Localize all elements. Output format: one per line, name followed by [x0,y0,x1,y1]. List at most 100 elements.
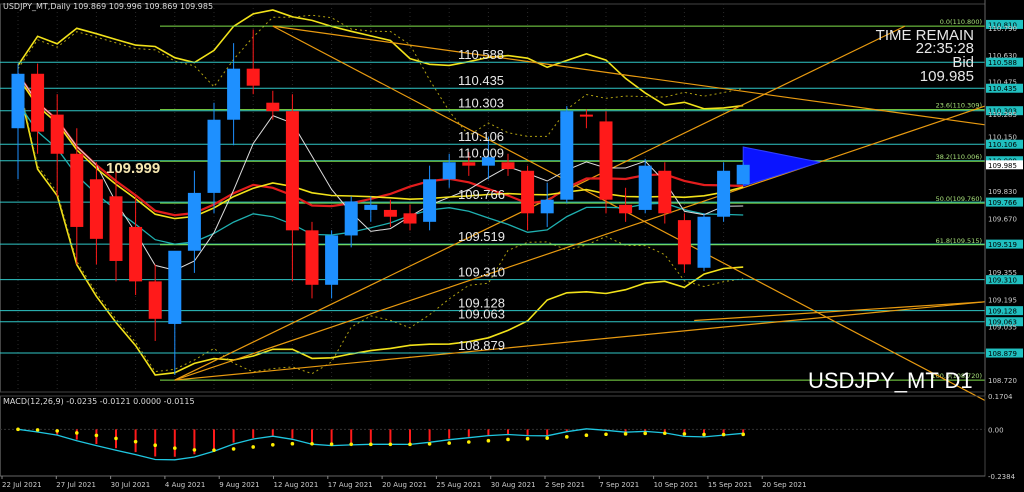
axis-tag-label: 108.879 [988,350,1017,358]
candle-body [423,179,437,222]
candle-body [227,68,241,120]
candle-body [403,213,417,224]
macd-signal-dot [231,447,236,451]
macd-signal-dot [173,446,177,450]
macd-signal-dot [16,427,20,432]
level-label: 110.106 [458,129,504,144]
macd-signal-dot [486,438,491,443]
time-label: 12 Aug 2021 [274,481,319,489]
axis-tick-label: 110.285 [988,111,1017,119]
candle-body [619,204,633,214]
time-label: 2 Sep 2021 [545,481,585,489]
macd-tick-label: 0.00 [988,426,1004,434]
macd-signal-dot [349,442,354,447]
macd-signal-dot [310,442,314,446]
macd-signal-dot [329,442,334,446]
candle-body [168,250,182,324]
macd-signal-dot [584,433,589,438]
price-chart[interactable]: 0.0(110.800) 23.6(110.309) 38.2(110.006) 50… [0,0,1024,492]
candle-body [697,216,711,268]
macd-signal-dot [153,443,157,448]
macd-tick-label: 0.1704 [988,393,1013,401]
macd-signal-dot [369,442,373,447]
bid-value: 109.985 [919,68,974,85]
candle-body [579,114,593,117]
candle-body [148,281,162,319]
axis-tag-label: 109.128 [988,308,1017,316]
macd-signal-dot [447,441,452,445]
macd-signal-dot [741,432,745,437]
macd-signal-dot [623,432,628,436]
ohlc-values: 109.869 109.996 109.869 109.985 [73,2,214,11]
macd-signal-dot [114,436,118,441]
macd-tick-label: -0.2384 [988,473,1016,481]
fib-label: 61.8(109.515) [936,237,982,245]
band-lower-inner [17,78,744,375]
candle-body [442,162,456,180]
candle-body [717,170,731,217]
axis-tick-label: 110.790 [988,25,1017,33]
macd-signal-dot [290,441,295,446]
band-upper-outer [17,9,744,110]
time-label: 20 Sep 2021 [762,481,806,489]
axis-tick-label: 109.670 [988,215,1017,223]
price-axis: 110.810110.790110.630110.588110.475110.4… [984,0,1024,492]
fib-label: 0.0(110.800) [940,18,982,26]
macd-signal-dot [682,432,687,436]
time-label: 4 Aug 2021 [165,481,205,489]
candle-body [560,111,574,200]
candle-body [501,162,515,170]
axis-tag-label: 109.766 [988,199,1017,207]
fib-label: 23.6(110.309) [936,102,982,110]
macd-signal-dot [702,432,706,437]
macd-signal-dot [467,440,471,444]
time-label: 20 Aug 2021 [382,481,427,489]
level-label: 110.435 [458,73,504,88]
time-label: 25 Aug 2021 [436,481,481,489]
candle-body [325,235,339,285]
candle-body [540,199,554,214]
time-label: 15 Sep 2021 [708,481,752,489]
macd-signal-dot [192,448,197,452]
time-label: 22 Jul 2021 [2,481,42,489]
time-label: 27 Jul 2021 [56,481,96,489]
time-label: 30 Aug 2021 [491,481,536,489]
axis-tag-label: 109.519 [988,241,1017,249]
candle-body [658,170,672,214]
axis-tick-label: 109.830 [988,188,1017,196]
macd-signal-dot [427,442,432,446]
level-label: 110.588 [458,47,504,62]
level-label: 109.766 [458,187,505,202]
macd-signal-dot [133,439,138,444]
macd-signal-dot [35,428,40,432]
candle-body [266,102,280,112]
macd-header: MACD(12,26,9) -0.0235 -0.0121 0.0000 -0.… [3,397,195,406]
macd-signal-dot [663,431,667,436]
level-labels: 110.588 110.435 110.303 110.106 110.009 109.7… [458,47,505,353]
axis-tag-label: 110.435 [988,85,1017,93]
macd-signal-dot [721,432,726,437]
axis-tag-label: 110.106 [988,141,1017,149]
level-label: 109.063 [458,307,505,322]
time-label: 17 Aug 2021 [328,481,373,489]
macd-signal-dot [75,431,79,435]
candle-body [207,119,221,193]
chart-header: USDJPY_MT,Daily 109.869 109.996 109.869 … [3,2,213,11]
current-price-label: 109.999 [106,160,161,177]
candle-body [599,121,613,200]
candle-body [11,73,25,129]
candle-body [70,153,84,227]
level-label: 110.009 [458,146,504,161]
axis-tag-label: 110.588 [988,59,1017,67]
candle-body [187,192,201,251]
candle-body [246,68,260,86]
symbol-watermark: USDJPY_MT D1 [808,368,973,393]
macd-signal-dot [604,432,608,437]
macd-panel: 0.1704 0.00 -0.2384 [0,393,1016,481]
candle-body [383,209,397,217]
macd-signal-dot [212,448,216,452]
macd-signal-dot [271,443,275,447]
macd-signal-dot [408,442,412,447]
level-label: 109.519 [458,229,505,244]
macd-signal-dot [251,445,255,449]
